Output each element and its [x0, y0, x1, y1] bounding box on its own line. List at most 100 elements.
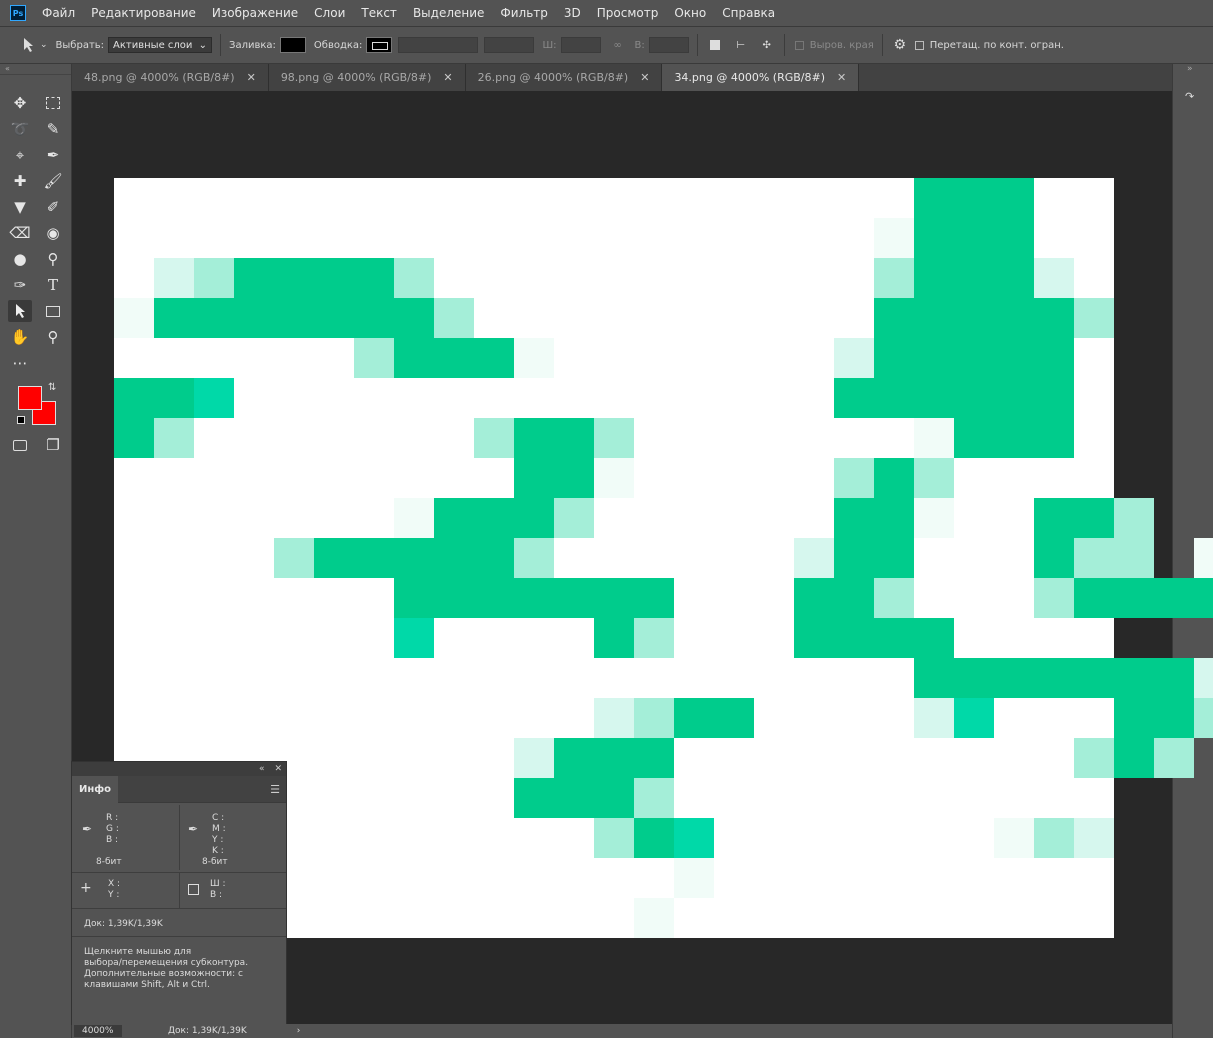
canvas-pixel — [994, 378, 1034, 418]
stroke-swatch[interactable] — [366, 37, 393, 53]
photoshop-logo-icon[interactable]: Ps — [10, 5, 26, 21]
hand-tool-icon[interactable]: ✋ — [8, 326, 32, 348]
menu-edit[interactable]: Редактирование — [83, 0, 204, 26]
y-label: Y : — [212, 835, 224, 845]
canvas-pixel — [154, 378, 194, 418]
screen-mode-icon[interactable]: ❐ — [41, 434, 65, 456]
menu-type[interactable]: Текст — [353, 0, 405, 26]
gear-icon[interactable]: ⚙ — [891, 36, 909, 54]
quick-selection-tool-icon[interactable]: ✎ — [41, 118, 65, 140]
type-tool-icon[interactable]: T — [41, 274, 65, 296]
close-icon[interactable]: ✕ — [443, 71, 452, 84]
width-field[interactable] — [560, 37, 601, 53]
dodge-tool-icon[interactable]: ⚲ — [41, 248, 65, 270]
canvas-pixel — [874, 578, 914, 618]
clone-stamp-tool-icon[interactable]: ▼ — [8, 196, 32, 218]
panel-collapse-icon[interactable]: « — [0, 64, 71, 75]
stroke-type-dropdown[interactable] — [484, 37, 535, 53]
tool-hint: Щелкните мышью для выбора/перемещения су… — [84, 947, 248, 991]
path-alignment-icon[interactable]: ⊢ — [732, 36, 750, 54]
canvas-pixel — [474, 338, 514, 378]
close-icon[interactable]: ✕ — [837, 71, 846, 84]
path-selection-tool-icon[interactable] — [8, 300, 32, 322]
more-tools-icon[interactable]: ⋯ — [8, 352, 32, 374]
healing-brush-tool-icon[interactable]: ✚ — [8, 170, 32, 192]
path-arrangement-icon[interactable]: ✣ — [758, 36, 776, 54]
lasso-tool-icon[interactable]: ➰ — [8, 118, 32, 140]
canvas-pixel — [914, 458, 954, 498]
zoom-tool-icon[interactable]: ⚲ — [41, 326, 65, 348]
brush-tool-icon[interactable]: 🖌 — [41, 170, 65, 192]
tab-info[interactable]: Инфо — [72, 776, 118, 803]
canvas-pixel — [1154, 698, 1194, 738]
rectangle-tool-icon[interactable] — [41, 300, 65, 322]
stroke-width-field[interactable] — [398, 37, 479, 53]
menu-help[interactable]: Справка — [714, 0, 783, 26]
menu-image[interactable]: Изображение — [204, 0, 306, 26]
canvas-pixel — [1194, 538, 1213, 578]
g-label: G : — [106, 824, 119, 834]
tab-48-png[interactable]: 48.png @ 4000% (RGB/8#) ✕ — [72, 64, 269, 91]
history-panel-icon[interactable]: ↷ — [1185, 90, 1203, 108]
canvas-pixel — [1114, 738, 1154, 778]
menu-window[interactable]: Окно — [666, 0, 714, 26]
select-dropdown[interactable]: Активные слои ⌄ — [108, 37, 213, 53]
paint-bucket-tool-icon[interactable]: ◉ — [41, 222, 65, 244]
chevron-down-icon[interactable]: ⌄ — [40, 40, 48, 50]
canvas-pixel — [1114, 538, 1154, 578]
collapse-icon[interactable]: « — [259, 764, 265, 774]
tab-26-png[interactable]: 26.png @ 4000% (RGB/8#) ✕ — [465, 64, 663, 91]
fill-swatch[interactable] — [279, 37, 306, 53]
link-icon[interactable]: ∞ — [609, 36, 627, 54]
canvas-pixel — [1114, 498, 1154, 538]
canvas-pixel — [834, 618, 874, 658]
canvas-pixel — [594, 778, 634, 818]
canvas-pixel — [514, 738, 554, 778]
close-icon[interactable]: ✕ — [274, 764, 282, 774]
history-brush-tool-icon[interactable]: ✐ — [41, 196, 65, 218]
select-label: Выбрать: — [55, 39, 105, 51]
swap-colors-icon[interactable]: ⇅ — [48, 382, 56, 393]
path-selection-tool-icon[interactable] — [20, 36, 38, 54]
menu-view[interactable]: Просмотр — [589, 0, 667, 26]
blur-tool-icon[interactable]: ● — [8, 248, 32, 270]
constrain-checkbox[interactable] — [914, 40, 924, 50]
height-field[interactable] — [648, 37, 689, 53]
align-edges-checkbox[interactable] — [794, 40, 804, 50]
canvas-pixel — [1034, 818, 1074, 858]
pen-tool-icon[interactable]: ✑ — [8, 274, 32, 296]
menu-layers[interactable]: Слои — [306, 0, 353, 26]
doc-size-status: Док: 1,39K/1,39K — [168, 1026, 247, 1036]
foreground-color-swatch[interactable] — [18, 386, 42, 410]
width-label: Ш: — [542, 39, 557, 51]
canvas-pixel — [794, 578, 834, 618]
eyedropper-tool-icon[interactable]: ✒ — [41, 144, 65, 166]
menu-select[interactable]: Выделение — [405, 0, 492, 26]
menu-filter[interactable]: Фильтр — [492, 0, 555, 26]
default-colors-icon[interactable] — [17, 416, 25, 424]
eraser-tool-icon[interactable]: ⌫ — [8, 222, 32, 244]
canvas-pixel — [594, 458, 634, 498]
close-icon[interactable]: ✕ — [640, 71, 649, 84]
panel-collapse-icon[interactable]: » — [1187, 64, 1193, 74]
menu-file[interactable]: Файл — [34, 0, 83, 26]
canvas-pixel — [394, 258, 434, 298]
menu-3d[interactable]: 3D — [556, 0, 589, 26]
canvas-pixel — [634, 738, 674, 778]
path-operations-icon[interactable] — [706, 36, 724, 54]
quick-mask-icon[interactable] — [8, 434, 32, 456]
canvas-pixel — [594, 818, 634, 858]
zoom-level-field[interactable]: 4000% — [74, 1025, 122, 1037]
close-icon[interactable]: ✕ — [247, 71, 256, 84]
canvas-pixel — [514, 338, 554, 378]
panel-menu-icon[interactable]: ☰ — [270, 783, 280, 796]
divider — [696, 34, 698, 56]
status-bar: 4000% Док: 1,39K/1,39K › — [72, 1024, 1172, 1038]
move-tool-icon[interactable]: ✥ — [8, 92, 32, 114]
tab-34-png[interactable]: 34.png @ 4000% (RGB/8#) ✕ — [662, 64, 860, 91]
photoshop-window: Ps Файл Редактирование Изображение Слои … — [0, 0, 1213, 1038]
marquee-tool-icon[interactable] — [41, 92, 65, 114]
tab-98-png[interactable]: 98.png @ 4000% (RGB/8#) ✕ — [268, 64, 466, 91]
chevron-right-icon[interactable]: › — [297, 1026, 301, 1036]
crop-tool-icon[interactable]: ⌖ — [8, 144, 32, 166]
